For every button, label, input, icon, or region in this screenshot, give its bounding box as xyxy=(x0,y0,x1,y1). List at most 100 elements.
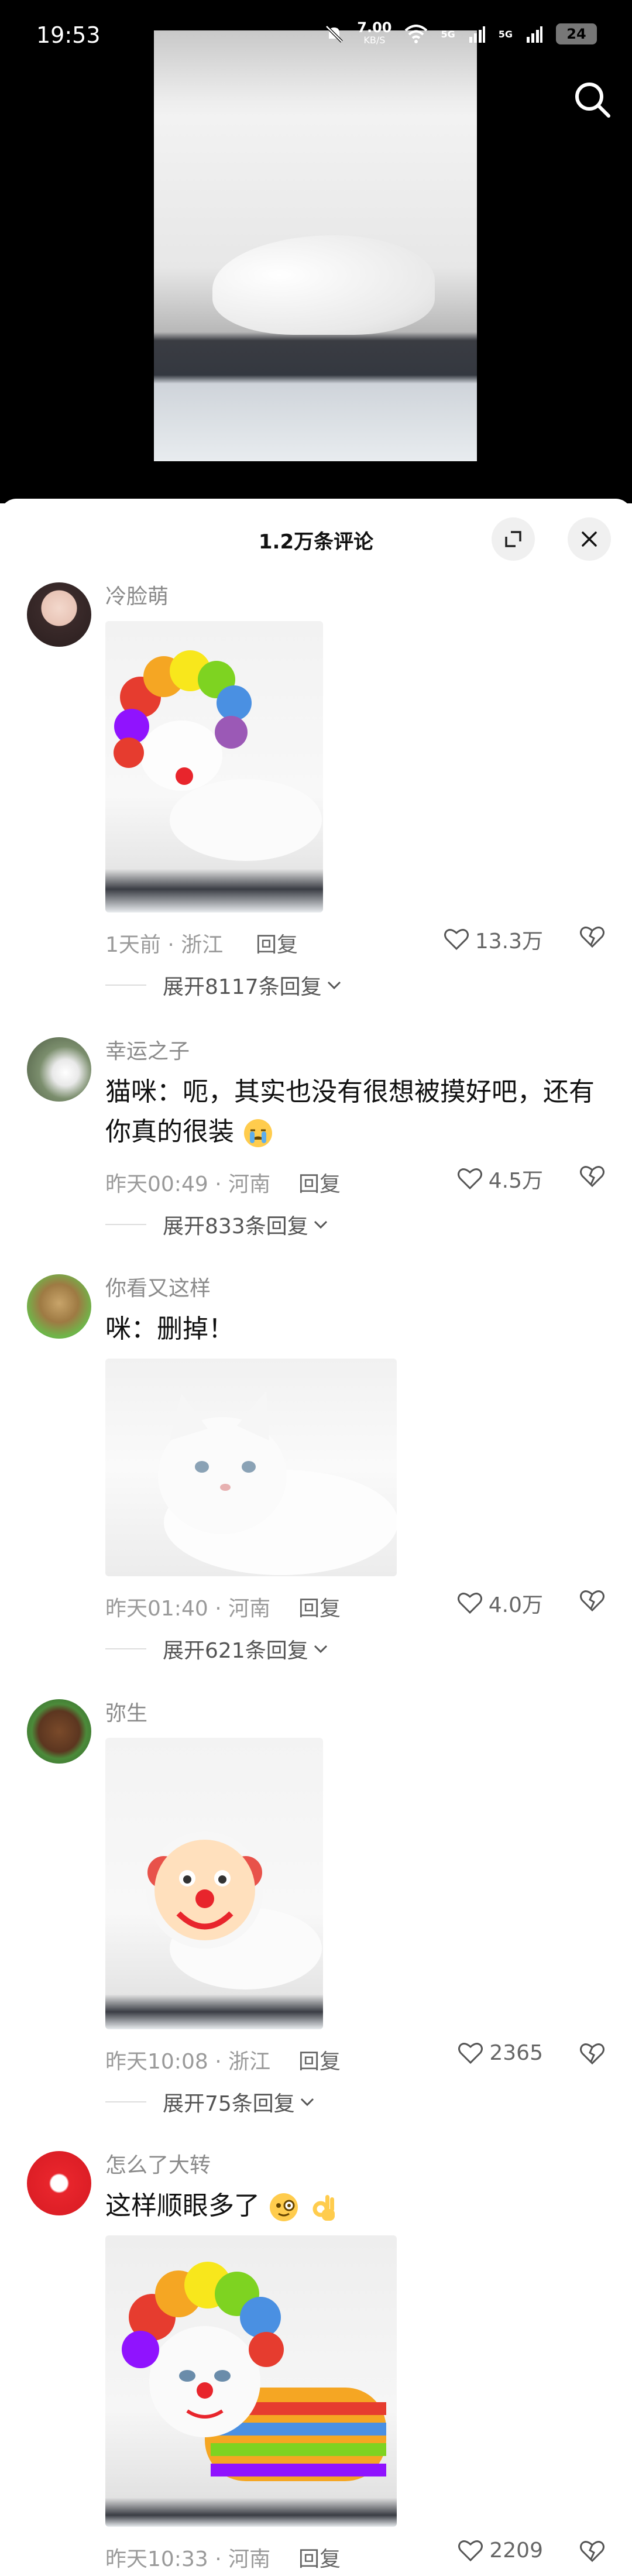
monocle-face-emoji-icon xyxy=(270,2193,298,2221)
status-time: 19:53 xyxy=(36,22,101,48)
expand-replies-label: 展开621条回复 xyxy=(163,1639,308,1663)
comments-count-title: 1.2万条评论 xyxy=(258,530,374,554)
battery-indicator: 24 xyxy=(556,23,597,44)
reply-button[interactable]: 回复 xyxy=(298,1167,341,1198)
comment-image[interactable] xyxy=(105,1738,323,2029)
like-count: 2365 xyxy=(489,2041,543,2065)
like-button[interactable]: 2365 xyxy=(458,2041,543,2065)
comment-meta: 昨天00:49 · 河南 回复 4.5万 xyxy=(105,1157,609,1201)
network-speed: 7.00 KB/S xyxy=(357,19,392,46)
mute-bell-icon xyxy=(325,25,344,43)
chevron-down-icon xyxy=(314,1220,327,1229)
crying-face-emoji-icon xyxy=(244,1119,272,1147)
avatar[interactable] xyxy=(27,1274,91,1339)
clown-costume-cat-image xyxy=(122,2262,386,2481)
chevron-down-icon xyxy=(314,1645,327,1654)
video-frame[interactable] xyxy=(154,30,477,461)
expand-divider xyxy=(105,2101,146,2102)
comment-meta: 昨天10:08 · 浙江 回复 2365 xyxy=(105,2034,609,2078)
avatar[interactable] xyxy=(27,1037,91,1102)
heart-icon xyxy=(458,2540,483,2561)
comment-image[interactable] xyxy=(105,1359,397,1576)
expand-replies-label: 展开8117条回复 xyxy=(163,975,322,999)
comment-text: 猫咪：呃，其实也没有很想被摸好吧，还有你真的很装 xyxy=(105,1072,609,1152)
video-player[interactable] xyxy=(0,0,632,503)
expand-replies-label: 展开75条回复 xyxy=(163,2092,295,2116)
wifi-icon xyxy=(405,25,428,43)
comment-username[interactable]: 你看又这样 xyxy=(105,1274,609,1304)
avatar[interactable] xyxy=(27,2151,91,2215)
avatar[interactable] xyxy=(27,582,91,647)
comment-username[interactable]: 弥生 xyxy=(105,1699,609,1728)
search-button[interactable] xyxy=(569,76,616,123)
broken-heart-icon xyxy=(580,927,604,948)
comment-username[interactable]: 幸运之子 xyxy=(105,1037,609,1066)
signal-bars-icon-2 xyxy=(527,26,542,43)
heart-icon xyxy=(458,2042,483,2064)
chevron-down-icon xyxy=(327,981,341,990)
heart-icon xyxy=(444,929,469,951)
comment-item: 幸运之子 猫咪：呃，其实也没有很想被摸好吧，还有你真的很装 昨天00:49 · … xyxy=(0,1037,632,1260)
like-count: 4.5万 xyxy=(488,1169,543,1193)
reply-button[interactable]: 回复 xyxy=(298,2542,341,2572)
ok-hand-emoji-icon xyxy=(312,2195,335,2221)
dislike-button[interactable] xyxy=(579,1165,605,1191)
like-count: 2209 xyxy=(489,2539,543,2563)
sheet-header: 1.2万条评论 xyxy=(0,499,632,575)
reply-button[interactable]: 回复 xyxy=(298,1591,341,1622)
signal-5g-label-1: 5G xyxy=(441,28,455,40)
comment-item: 冷脸萌 1天前 · 浙江 回复 13.3万 展开8117条回复 xyxy=(0,582,632,1016)
signal-5g-label-2: 5G xyxy=(498,28,513,40)
expand-divider xyxy=(105,1224,146,1225)
expand-divider xyxy=(105,1648,146,1649)
comment-image[interactable] xyxy=(105,621,323,913)
comment-username[interactable]: 冷脸萌 xyxy=(105,582,609,612)
comment-text: 咪：删掉！ xyxy=(105,1314,234,1344)
heart-icon xyxy=(457,1168,482,1190)
comment-meta: 昨天01:40 · 河南 回复 4.0万 xyxy=(105,1581,609,1625)
like-button[interactable]: 4.5万 xyxy=(457,1164,543,1194)
comment-item: 弥生 昨天10:08 · 浙江 回复 2365 展开75条回复 xyxy=(0,1699,632,2121)
expand-button[interactable] xyxy=(492,517,535,561)
reply-button[interactable]: 回复 xyxy=(298,2045,341,2075)
expand-replies-button[interactable]: 展开8117条回复 xyxy=(105,962,609,1009)
cat-image xyxy=(212,235,435,335)
like-button[interactable]: 2209 xyxy=(458,2539,543,2563)
like-count: 13.3万 xyxy=(475,929,543,953)
comment-text: 这样顺眼多了 xyxy=(105,2186,609,2226)
broken-heart-icon xyxy=(580,1166,604,1188)
comment-item: 怎么了大转 这样顺眼多了 昨天10:33 · 河南 回复 2209 xyxy=(0,2151,632,2574)
status-bar: 19:53 7.00 KB/S 5G 5G 24 xyxy=(0,0,632,64)
comment-meta: 1天前 · 浙江 回复 13.3万 xyxy=(105,917,609,962)
expand-replies-button[interactable]: 展开621条回复 xyxy=(105,1625,609,1672)
like-button[interactable]: 13.3万 xyxy=(444,924,543,955)
heart-icon xyxy=(457,1593,482,1614)
expand-icon xyxy=(505,531,521,547)
comment-time-location: 昨天10:33 · 河南 xyxy=(105,2547,271,2571)
signal-bars-icon xyxy=(469,26,485,43)
comment-username[interactable]: 怎么了大转 xyxy=(105,2151,609,2180)
reply-button[interactable]: 回复 xyxy=(256,928,298,958)
broken-heart-icon xyxy=(580,2043,604,2065)
comment-item: 你看又这样 咪：删掉！ 昨天01:40 · 河南 回复 4.0万 展开621条回… xyxy=(0,1274,632,1684)
close-button[interactable] xyxy=(568,517,611,561)
chevron-down-icon xyxy=(300,2098,314,2107)
like-button[interactable]: 4.0万 xyxy=(457,1588,543,1618)
avatar[interactable] xyxy=(27,1699,91,1764)
dislike-button[interactable] xyxy=(579,1589,605,1615)
comment-image[interactable] xyxy=(105,2235,397,2527)
comment-time-location: 昨天01:40 · 河南 xyxy=(105,1597,271,1621)
dislike-button[interactable] xyxy=(579,2540,605,2565)
clown-cat-image xyxy=(114,650,322,861)
comment-meta: 昨天10:33 · 河南 回复 2209 xyxy=(105,2532,609,2576)
expand-replies-label: 展开833条回复 xyxy=(163,1215,308,1239)
cat-closeup-image xyxy=(158,1391,397,1575)
expand-replies-button[interactable]: 展开75条回复 xyxy=(105,2078,609,2125)
expand-replies-button[interactable]: 展开833条回复 xyxy=(105,1201,609,1248)
broken-heart-icon xyxy=(580,1590,604,1612)
like-count: 4.0万 xyxy=(488,1593,543,1617)
comment-time-location: 昨天00:49 · 河南 xyxy=(105,1172,271,1196)
dislike-button[interactable] xyxy=(579,925,605,951)
dislike-button[interactable] xyxy=(579,2042,605,2068)
status-icons: 7.00 KB/S 5G 5G 24 xyxy=(324,19,597,47)
